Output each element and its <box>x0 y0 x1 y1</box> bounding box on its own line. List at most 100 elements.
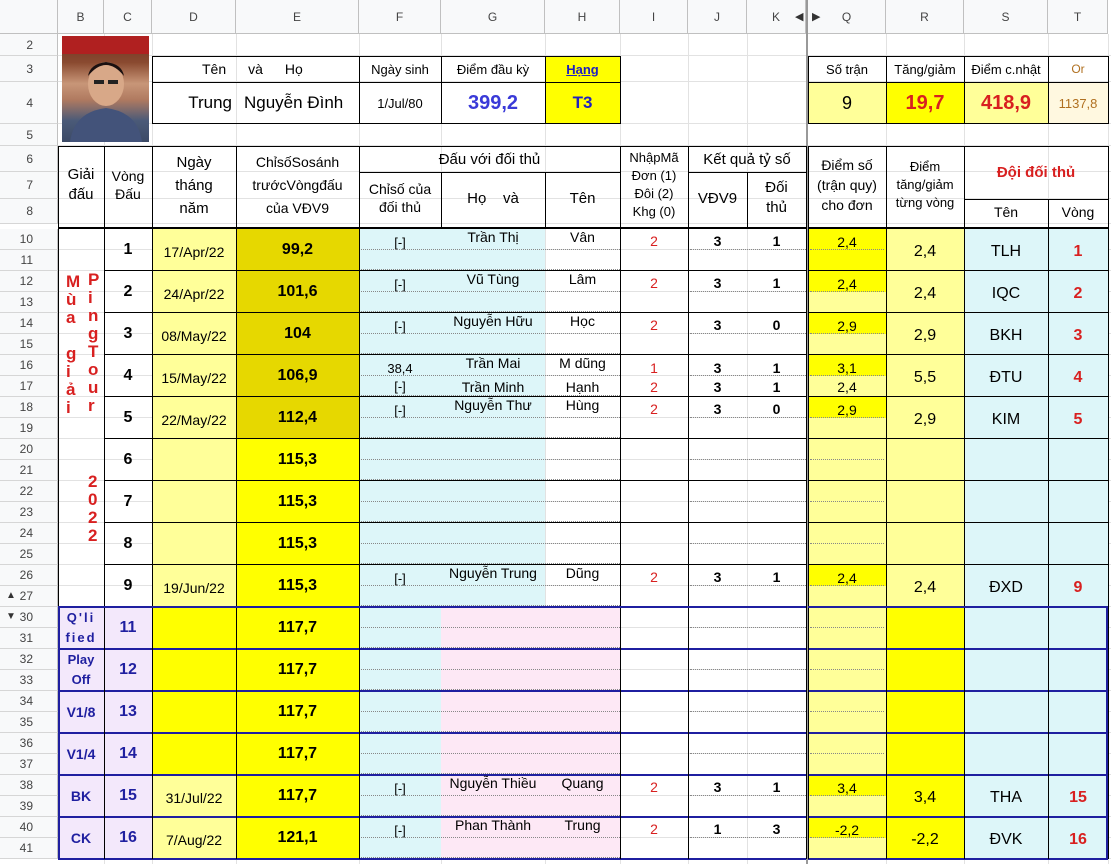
header-entry-code[interactable]: NhậpMã Đơn (1) Đôi (2) Khg (0) <box>620 146 688 224</box>
player-last-name[interactable]: Nguyễn Đình <box>236 82 359 124</box>
row-header-25[interactable]: 25 <box>0 544 58 565</box>
score-vdv9[interactable]: 3 <box>688 313 747 355</box>
score-vdv9[interactable]: 3 <box>688 229 747 271</box>
round-change[interactable]: 5,5 <box>886 355 964 397</box>
opp-team-round[interactable]: 15 <box>1048 775 1108 817</box>
row-header-38[interactable]: 38 <box>0 775 58 796</box>
opp-index[interactable]: [-] <box>359 397 441 418</box>
opp-team-name[interactable]: ĐTU <box>964 355 1048 397</box>
header-opp-team[interactable]: Đội đối thủ <box>964 146 1108 199</box>
round-change[interactable]: 2,4 <box>886 565 964 607</box>
row-header-5[interactable]: 5 <box>0 124 58 146</box>
opp-firstname[interactable]: Quang <box>545 775 620 796</box>
round-date[interactable]: 19/Jun/22 <box>152 565 236 607</box>
opp-lastname[interactable]: Trần Thị <box>441 229 545 250</box>
round-number[interactable]: 7 <box>104 481 152 523</box>
opp-team-round[interactable]: 9 <box>1048 565 1108 607</box>
round-number[interactable]: 8 <box>104 523 152 565</box>
score-opponent[interactable]: 1 <box>747 775 806 817</box>
header-vs-opponent[interactable]: Đấu với đối thủ <box>359 146 620 172</box>
round-index[interactable]: 121,1 <box>236 817 359 859</box>
opp-index[interactable]: [-] <box>359 817 441 838</box>
header-team-round[interactable]: Vòng <box>1048 199 1108 224</box>
match-points[interactable]: 2,4 <box>808 229 886 250</box>
column-header-E[interactable]: E <box>236 0 359 34</box>
opp-lastname[interactable]: Vũ Tùng <box>441 271 545 292</box>
header-round-change[interactable]: Điểm tăng/giảm từng vòng <box>886 146 964 224</box>
collapse-left-icon[interactable]: ◀ <box>795 10 803 23</box>
stage-label[interactable]: Play Off <box>58 649 104 691</box>
label-rank[interactable]: Hạng <box>545 56 620 82</box>
or-value[interactable]: 1137,8 <box>1048 82 1108 124</box>
header-tournament[interactable]: Giải đấu <box>58 146 104 224</box>
header-date[interactable]: Ngày tháng năm <box>152 146 236 224</box>
opp-firstname[interactable]: Trung <box>545 817 620 838</box>
stage-label[interactable]: Q'li fied <box>58 607 104 649</box>
opp-lastname[interactable]: Nguyễn Trung <box>441 565 545 586</box>
round-date[interactable]: 24/Apr/22 <box>152 271 236 313</box>
row-header-40[interactable]: 40 <box>0 817 58 838</box>
label-change[interactable]: Tăng/giảm <box>886 56 964 82</box>
opp-team-name[interactable]: ĐXD <box>964 565 1048 607</box>
column-header-R[interactable]: R <box>886 0 964 34</box>
row-header-8[interactable]: 8 <box>0 199 58 224</box>
row-header-13[interactable]: 13 <box>0 292 58 313</box>
round-number[interactable]: 3 <box>104 313 152 355</box>
opp-team-round[interactable]: 1 <box>1048 229 1108 271</box>
row-header-36[interactable]: 36 <box>0 733 58 754</box>
header-opp-lastname[interactable]: Họ và <box>441 172 545 224</box>
round-date[interactable]: 22/May/22 <box>152 397 236 439</box>
opp-lastname[interactable]: Phan Thành <box>441 817 545 838</box>
opp-team-round[interactable]: 5 <box>1048 397 1108 439</box>
opp-firstname[interactable]: Hùng <box>545 397 620 418</box>
opp-team-round[interactable]: 3 <box>1048 313 1108 355</box>
row-header-31[interactable]: 31 <box>0 628 58 649</box>
label-matches[interactable]: Số trận <box>808 56 886 82</box>
group-collapse-icon[interactable]: ▼ <box>6 611 16 622</box>
header-index[interactable]: ChỉsốSosánh trướcVòngđấu của VĐV9 <box>236 146 359 224</box>
round-number[interactable]: 15 <box>104 775 152 817</box>
row-header-4[interactable]: 4 <box>0 82 58 124</box>
round-index[interactable]: 115,3 <box>236 565 359 607</box>
score-vdv9[interactable]: 3 <box>688 271 747 313</box>
round-change[interactable]: 2,9 <box>886 313 964 355</box>
round-number[interactable]: 16 <box>104 817 152 859</box>
row-header-41[interactable]: 41 <box>0 838 58 859</box>
header-opp-firstname[interactable]: Tên <box>545 172 620 224</box>
player-rank[interactable]: T3 <box>545 82 620 124</box>
entry-code[interactable]: 2 <box>620 565 688 607</box>
opp-firstname[interactable]: Học <box>545 313 620 334</box>
round-number[interactable]: 1 <box>104 229 152 271</box>
stage-label[interactable]: BK <box>58 775 104 817</box>
row-header-24[interactable]: 24 <box>0 523 58 544</box>
round-index[interactable]: 115,3 <box>236 523 359 565</box>
label-dob[interactable]: Ngày sinh <box>359 56 441 82</box>
score-opponent[interactable]: 1 <box>747 229 806 271</box>
row-header-35[interactable]: 35 <box>0 712 58 733</box>
header-round[interactable]: Vòng Đấu <box>104 146 152 224</box>
header-team-name[interactable]: Tên <box>964 199 1048 224</box>
opp-lastname[interactable]: Nguyễn Hữu <box>441 313 545 334</box>
label-updated-points[interactable]: Điểm c.nhật <box>964 56 1048 82</box>
opp-index[interactable]: [-] <box>359 271 441 292</box>
row-header-15[interactable]: 15 <box>0 334 58 355</box>
opp-lastname[interactable]: Trần Mai <box>441 355 545 376</box>
round-date[interactable]: 17/Apr/22 <box>152 229 236 271</box>
row-header-19[interactable]: 19 <box>0 418 58 439</box>
entry-code[interactable]: 2 <box>620 397 688 439</box>
opp-firstname[interactable]: Hạnh <box>545 376 620 397</box>
score-opponent[interactable]: 1 <box>747 376 806 397</box>
column-header-G[interactable]: G <box>441 0 545 34</box>
opp-lastname[interactable]: Nguyễn Thư <box>441 397 545 418</box>
round-number[interactable]: 12 <box>104 649 152 691</box>
opp-index[interactable]: [-] <box>359 565 441 586</box>
opp-index[interactable]: [-] <box>359 775 441 796</box>
match-points[interactable]: 2,4 <box>808 376 886 397</box>
row-header-11[interactable]: 11 <box>0 250 58 271</box>
entry-code[interactable]: 2 <box>620 376 688 397</box>
score-vdv9[interactable]: 3 <box>688 376 747 397</box>
row-header-22[interactable]: 22 <box>0 481 58 502</box>
stage-label[interactable]: V1/4 <box>58 733 104 775</box>
entry-code[interactable]: 2 <box>620 775 688 817</box>
round-change[interactable]: 2,9 <box>886 397 964 439</box>
